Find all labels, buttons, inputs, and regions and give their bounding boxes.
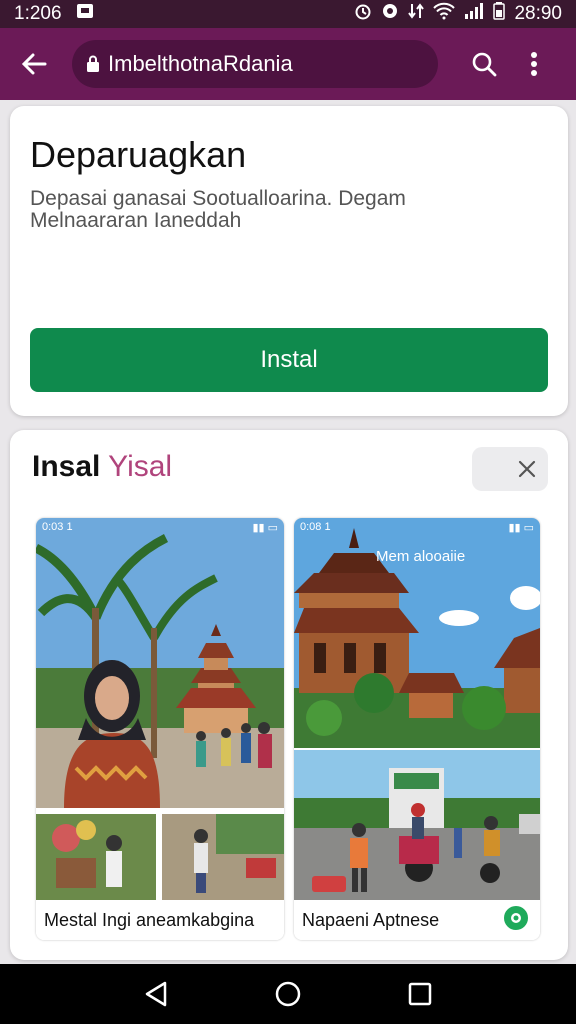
nav-home-icon: [275, 981, 301, 1007]
screenshot-1-caption: Mestal Ingi aneamkabgina: [36, 900, 284, 940]
sync-icon: [381, 2, 399, 26]
nav-back-button[interactable]: [134, 972, 178, 1016]
section-title: Insal Yisal: [32, 450, 172, 484]
browser-toolbar: ImbelthotnaRdania: [0, 28, 576, 100]
nav-back-icon: [145, 981, 167, 1007]
screenshot-2-status: 0:08 1 ▮▮ ▭: [300, 521, 534, 534]
app-description: Depasai ganasai Sootualloarina. Degam Me…: [30, 187, 406, 232]
system-navigation-bar: [0, 964, 576, 1024]
signal-icon: [464, 2, 484, 26]
screenshot-2-time: 0:08 1: [300, 521, 331, 533]
screenshot-2[interactable]: 0:08 1 ▮▮ ▭ Mem alooaiie Napaeni Aptnese: [294, 518, 540, 940]
search-icon: [472, 52, 497, 77]
data-icon: [408, 2, 425, 26]
status-clock-right: 28:90: [514, 3, 562, 24]
more-options-button[interactable]: [510, 40, 558, 88]
more-vert-icon: [531, 52, 537, 76]
section-title-part1: Insal: [32, 450, 101, 483]
nav-recents-button[interactable]: [398, 972, 442, 1016]
notification-icon: [76, 3, 94, 25]
play-store-badge-icon: [502, 904, 530, 932]
install-button[interactable]: Instal: [30, 328, 548, 392]
status-bar: 1:206 28:90: [0, 0, 576, 28]
lock-icon: [87, 55, 99, 72]
screenshot-2-battery-icon: ▮▮ ▭: [508, 522, 534, 534]
nav-recents-icon: [408, 982, 432, 1006]
screenshot-1-time: 0:03 1: [42, 521, 73, 533]
status-time: 1:206: [14, 3, 62, 24]
app-title: Deparuagkan: [30, 134, 247, 175]
screenshots-card: Insal Yisal 0:03 1 ▮▮ ▭ Mestal Ingi anea…: [10, 430, 568, 960]
screenshot-1-image: [36, 518, 284, 900]
search-button[interactable]: [460, 40, 508, 88]
url-bar[interactable]: ImbelthotnaRdania: [72, 40, 438, 88]
alarm-icon: [354, 2, 372, 26]
back-arrow-icon: [21, 53, 47, 75]
screenshot-1-battery-icon: ▮▮ ▭: [252, 522, 278, 534]
back-button[interactable]: [10, 40, 58, 88]
close-button[interactable]: [472, 447, 548, 491]
battery-icon: [493, 2, 506, 26]
app-info-card: Deparuagkan Depasai ganasai Sootualloari…: [10, 106, 568, 416]
screenshot-2-image: [294, 518, 540, 900]
screenshot-2-overlay-label: Mem alooaiie: [376, 548, 466, 565]
wifi-icon: [433, 2, 456, 26]
screenshot-1[interactable]: 0:03 1 ▮▮ ▭ Mestal Ingi aneamkabgina: [36, 518, 284, 940]
screenshot-1-status: 0:03 1 ▮▮ ▭: [42, 521, 278, 534]
section-title-part2: Yisal: [108, 450, 173, 483]
url-text: ImbelthotnaRdania: [108, 51, 293, 76]
close-icon: [518, 460, 536, 478]
nav-home-button[interactable]: [266, 972, 310, 1016]
